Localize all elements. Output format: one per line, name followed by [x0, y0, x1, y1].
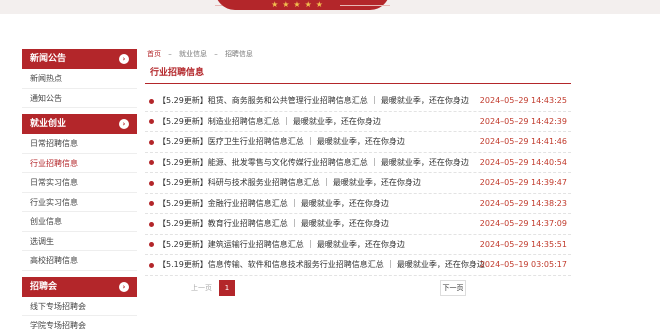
sidebar-head-label: 就业创业 [30, 119, 67, 129]
list-item-title[interactable]: 【5.29更新】科研与技术服务业招聘信息汇总 ｜ 最暖就业季，还在你身边 [158, 173, 488, 194]
list-item[interactable]: 【5.29更新】制造业招聘信息汇总 ｜ 最暖就业季，还在你身边 2024–05–2… [145, 112, 571, 133]
breadcrumb-separator: – [168, 50, 172, 58]
banner-line-right [340, 5, 390, 6]
bullet-icon [149, 262, 154, 268]
sidebar-item-daily-intern[interactable]: 日常实习信息 [22, 173, 137, 193]
bullet-icon [149, 242, 154, 247]
list-item[interactable]: 【5.29更新】能源、批发零售与文化传媒行业招聘信息汇总 ｜ 最暖就业季，还在你… [145, 153, 571, 174]
list-item-date: 2024–05–19 03:05:17 [479, 260, 567, 269]
bullet-icon [149, 201, 154, 206]
sidebar-head-news[interactable]: 新闻公告 › [22, 49, 137, 69]
chevron-right-icon: › [119, 119, 129, 129]
list-item[interactable]: 【5.29更新】建筑运输行业招聘信息汇总 ｜ 最暖就业季，还在你身边 2024–0… [145, 235, 571, 256]
bullet-icon [149, 98, 154, 104]
list-item-date: 2024–05–29 14:41:46 [479, 137, 567, 146]
list-item-date: 2024–05–29 14:35:51 [479, 239, 567, 249]
next-page-button[interactable]: 下一页 [440, 280, 466, 296]
sidebar-item-notice[interactable]: 通知公告 [22, 89, 137, 108]
breadcrumb-level1[interactable]: 就业信息 [179, 50, 207, 58]
list-item[interactable]: 【5.29更新】医疗卫生行业招聘信息汇总 ｜ 最暖就业季，还在你身边 2024–0… [145, 132, 571, 153]
sidebar-head-label: 新闻公告 [30, 54, 67, 64]
prev-page-button[interactable]: 上一页 [191, 283, 212, 293]
top-banner: ★★★★★ [0, 0, 660, 14]
list-item-title[interactable]: 【5.29更新】能源、批发零售与文化传媒行业招聘信息汇总 ｜ 最暖就业季，还在你… [158, 153, 488, 174]
list-item-date: 2024–05–29 14:38:23 [479, 198, 567, 208]
list-item-title[interactable]: 【5.29更新】教育行业招聘信息汇总 ｜ 最暖就业季，还在你身边 [158, 214, 488, 235]
list-item-title[interactable]: 【5.29更新】医疗卫生行业招聘信息汇总 ｜ 最暖就业季，还在你身边 [158, 132, 488, 153]
current-page-button[interactable]: 1 [219, 280, 235, 296]
sidebar-item-industry-intern[interactable]: 行业实习信息 [22, 193, 137, 212]
main-content: 首页 – 就业信息 – 招聘信息 行业招聘信息 【5.29更新】租赁、商务服务和… [145, 48, 571, 296]
sidebar-head-employment[interactable]: 就业创业 › [22, 114, 137, 134]
bullet-icon [149, 139, 154, 145]
sidebar-item-college-fair[interactable]: 学院专场招聘会 [22, 316, 137, 329]
sidebar-item-news-hot[interactable]: 新闻热点 [22, 69, 137, 89]
list-item-date: 2024–05–29 14:42:39 [479, 116, 567, 126]
list-item-title[interactable]: 【5.29更新】金融行业招聘信息汇总 ｜ 最暖就业季，还在你身边 [158, 194, 488, 215]
sidebar: 新闻公告 › 新闻热点 通知公告 就业创业 › 日常招聘信息 行业招聘信息 日常… [22, 49, 137, 329]
list-item-title[interactable]: 【5.29更新】租赁、商务服务和公共管理行业招聘信息汇总 ｜ 最暖就业季，还在你… [158, 91, 488, 112]
list-item[interactable]: 【5.29更新】教育行业招聘信息汇总 ｜ 最暖就业季，还在你身边 2024–05–… [145, 214, 571, 235]
sidebar-item-university-recruit[interactable]: 高校招聘信息 [22, 251, 137, 271]
bullet-icon [149, 221, 154, 227]
list-item-title[interactable]: 【5.29更新】建筑运输行业招聘信息汇总 ｜ 最暖就业季，还在你身边 [158, 235, 488, 256]
list-item-date: 2024–05–29 14:37:09 [479, 219, 567, 228]
chevron-right-icon: › [119, 54, 129, 64]
chevron-right-icon: › [119, 281, 129, 292]
pagination: 上一页 1 下一页 [145, 280, 571, 296]
list-item-date: 2024–05–29 14:40:54 [479, 157, 567, 167]
breadcrumb-level2[interactable]: 招聘信息 [225, 50, 253, 58]
bullet-icon [149, 119, 154, 124]
sidebar-item-offline-fair[interactable]: 线下专场招聘会 [22, 297, 137, 316]
page-title: 行业招聘信息 [145, 63, 571, 84]
sidebar-item-selected-graduates[interactable]: 选调生 [22, 232, 137, 251]
job-list: 【5.29更新】租赁、商务服务和公共管理行业招聘信息汇总 ｜ 最暖就业季，还在你… [145, 91, 571, 276]
list-item-date: 2024–05–29 14:43:25 [479, 96, 567, 105]
bullet-icon [149, 180, 154, 186]
breadcrumb-separator: – [214, 50, 218, 58]
list-item-title[interactable]: 【5.19更新】信息传输、软件和信息技术服务行业招聘信息汇总 ｜ 最暖就业季，还… [158, 255, 488, 276]
banner-stars: ★★★★★ [271, 0, 327, 9]
list-item[interactable]: 【5.29更新】科研与技术服务业招聘信息汇总 ｜ 最暖就业季，还在你身边 2024… [145, 173, 571, 194]
sidebar-item-industry-recruit[interactable]: 行业招聘信息 [22, 154, 137, 173]
breadcrumb-home[interactable]: 首页 [147, 50, 161, 58]
bullet-icon [149, 160, 154, 165]
sidebar-item-startup[interactable]: 创业信息 [22, 212, 137, 232]
sidebar-head-label: 招聘会 [30, 281, 58, 292]
list-item-title[interactable]: 【5.29更新】制造业招聘信息汇总 ｜ 最暖就业季，还在你身边 [158, 112, 488, 133]
sidebar-item-daily-recruit[interactable]: 日常招聘信息 [22, 134, 137, 154]
list-item[interactable]: 【5.29更新】金融行业招聘信息汇总 ｜ 最暖就业季，还在你身边 2024–05–… [145, 194, 571, 215]
list-item[interactable]: 【5.29更新】租赁、商务服务和公共管理行业招聘信息汇总 ｜ 最暖就业季，还在你… [145, 91, 571, 112]
sidebar-head-job-fair[interactable]: 招聘会 › [22, 276, 137, 297]
breadcrumb: 首页 – 就业信息 – 招聘信息 [145, 48, 571, 60]
list-item[interactable]: 【5.19更新】信息传输、软件和信息技术服务行业招聘信息汇总 ｜ 最暖就业季，还… [145, 255, 571, 276]
list-item-date: 2024–05–29 14:39:47 [479, 178, 567, 187]
